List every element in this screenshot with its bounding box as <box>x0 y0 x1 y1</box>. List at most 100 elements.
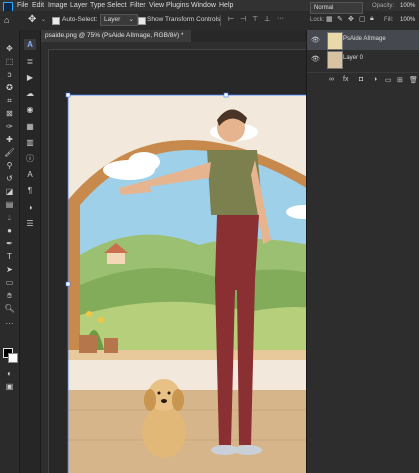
info-icon[interactable]: ⓘ <box>24 153 36 164</box>
history-brush-icon[interactable]: ↺ <box>3 173 16 184</box>
vertical-ruler[interactable] <box>41 49 49 473</box>
blend-mode-value: Normal <box>314 5 334 11</box>
lock-artboard-icon[interactable]: ▢ <box>359 15 366 23</box>
character-icon[interactable]: A <box>24 169 36 180</box>
swatches-icon[interactable]: ▦ <box>24 121 36 132</box>
menu-help[interactable]: Help <box>219 0 233 11</box>
fill-value[interactable]: 100% <box>400 17 415 23</box>
layers-footer: ∞ fx ◘ ◑ ▭ ⊞ 🗑︎ <box>307 72 419 87</box>
menu-image[interactable]: Image <box>48 0 67 11</box>
frame-tool-icon[interactable]: ⊠ <box>3 108 16 119</box>
menu-type[interactable]: Type <box>90 0 105 11</box>
quick-mask-icon[interactable]: ◐ <box>3 368 16 379</box>
color-panel-icon[interactable]: ◉ <box>24 104 36 115</box>
new-layer-icon[interactable]: ⊞ <box>397 76 403 84</box>
pen-tool-icon[interactable]: ✒ <box>3 238 16 249</box>
lock-label: Lock: <box>310 17 325 23</box>
fill-label: Fill: <box>384 17 394 23</box>
divider <box>220 15 221 26</box>
layer-row-layer-0[interactable]: 👁︎ Layer 0 <box>307 49 419 69</box>
menu-select[interactable]: Select <box>107 0 126 11</box>
horizontal-ruler[interactable] <box>41 42 306 50</box>
screen-mode-icon[interactable]: ▣ <box>3 381 16 392</box>
dodge-tool-icon[interactable]: ● <box>3 225 16 236</box>
home-icon[interactable]: ⌂ <box>4 15 9 25</box>
lock-pixels-icon[interactable]: ▦ <box>326 15 333 23</box>
path-select-icon[interactable]: ➤ <box>3 264 16 275</box>
lasso-tool-icon[interactable]: ↄ <box>3 69 16 80</box>
adjustment-layer-icon[interactable]: ◑ <box>373 76 377 83</box>
clone-stamp-icon[interactable]: ⚲ <box>3 160 16 171</box>
menu-view[interactable]: View <box>149 0 164 11</box>
eraser-tool-icon[interactable]: ◪ <box>3 186 16 197</box>
layers-panel: 👁︎ PsAide AIImage 👁︎ Layer 0 ∞ fx ◘ ◑ ▭ … <box>306 30 419 473</box>
layer-thumbnail <box>327 51 343 69</box>
menu-filter[interactable]: Filter <box>130 0 146 11</box>
trash-icon[interactable]: 🗑︎ <box>409 76 418 84</box>
menu-edit[interactable]: Edit <box>32 0 44 11</box>
align-left-icon[interactable]: ⊢ <box>228 15 234 23</box>
auto-select-label: Auto-Select: <box>62 16 98 23</box>
folder-icon[interactable]: ▭ <box>385 76 392 84</box>
chevron-down-icon: ⌄ <box>128 16 134 23</box>
more-options-icon[interactable]: ··· <box>277 15 284 22</box>
move-tool-icon[interactable]: ✥ <box>3 43 16 54</box>
paragraph-icon[interactable]: ¶ <box>24 185 36 196</box>
blur-tool-icon[interactable]: 💧︎ <box>3 212 16 223</box>
auto-select-dropdown[interactable]: Layer ⌄ <box>100 14 138 26</box>
toolbar: ✥ ⬚ ↄ ✪ ⌗ ⊠ ✑ ✚ 🖌︎ ⚲ ↺ ◪ ▤ 💧︎ ● ✒ T ➤ ▭ … <box>0 30 20 473</box>
play-action-icon[interactable]: ▶ <box>24 72 36 83</box>
auto-select-checkbox[interactable] <box>52 17 60 25</box>
ai-assistant-icon[interactable]: A <box>24 39 36 50</box>
libraries-icon[interactable]: ☁ <box>24 88 36 99</box>
zoom-tool-icon[interactable]: 🔍︎ <box>3 303 16 314</box>
show-transform-label: Show Transform Controls <box>147 16 221 23</box>
layer-name: Layer 0 <box>343 55 364 61</box>
lock-position-icon[interactable]: ✥ <box>348 15 354 23</box>
fx-icon[interactable]: fx <box>343 76 348 83</box>
align-center-icon[interactable]: ⊣ <box>240 15 246 23</box>
adjustments-icon[interactable]: ◑ <box>24 202 36 213</box>
move-tool-icon[interactable]: ✥ <box>28 14 36 25</box>
visibility-eye-icon[interactable]: 👁︎ <box>311 55 320 63</box>
visibility-eye-icon[interactable]: 👁︎ <box>311 36 320 44</box>
history-panel-icon[interactable]: ≣ <box>24 56 36 67</box>
menu-plugins[interactable]: Plugins <box>166 0 189 11</box>
lock-paint-icon[interactable]: ✎ <box>337 15 343 23</box>
show-transform-checkbox[interactable] <box>138 17 146 25</box>
crop-tool-icon[interactable]: ⌗ <box>3 95 16 106</box>
align-top-icon[interactable]: ⊥ <box>264 15 270 23</box>
layers-top-controls: Normal Opacity: 100% Lock: ▦ ✎ ✥ ▢ 🔒︎ Fi… <box>306 2 419 30</box>
more-tools-icon[interactable]: ··· <box>3 318 16 329</box>
eyedropper-tool-icon[interactable]: ✑ <box>3 121 16 132</box>
link-layers-icon[interactable]: ∞ <box>329 76 334 83</box>
canvas-area[interactable] <box>49 50 306 473</box>
canvas-image[interactable] <box>49 50 306 473</box>
type-tool-icon[interactable]: T <box>3 251 16 262</box>
healing-brush-icon[interactable]: ✚ <box>3 134 16 145</box>
chevron-down-icon[interactable]: ⌄ <box>41 16 46 23</box>
secondary-toolbar: A ≣ ▶ ☁ ◉ ▦ ▥ ⓘ A ¶ ◑ ☰ <box>20 30 41 473</box>
shape-tool-icon[interactable]: ▭ <box>3 277 16 288</box>
gradients-icon[interactable]: ▥ <box>24 137 36 148</box>
hand-tool-icon[interactable]: ✋︎ <box>3 290 16 301</box>
brush-tool-icon[interactable]: 🖌︎ <box>3 147 16 158</box>
marquee-tool-icon[interactable]: ⬚ <box>3 56 16 67</box>
opacity-label: Opacity: <box>372 3 395 9</box>
layer-name: PsAide AIImage <box>343 36 386 42</box>
align-right-icon[interactable]: ⊤ <box>252 15 258 23</box>
layer-row-psaide-aiimage[interactable]: 👁︎ PsAide AIImage <box>307 30 419 50</box>
gradient-tool-icon[interactable]: ▤ <box>3 199 16 210</box>
blend-mode-dropdown[interactable]: Normal <box>310 2 363 14</box>
menu-layer[interactable]: Layer <box>70 0 88 11</box>
lock-all-icon[interactable]: 🔒︎ <box>370 15 374 23</box>
document-tab[interactable]: psaide.png @ 75% (PsAide AIImage, RGB/8#… <box>41 30 191 51</box>
quick-select-tool-icon[interactable]: ✪ <box>3 82 16 93</box>
properties-icon[interactable]: ☰ <box>24 218 36 229</box>
background-color-swatch[interactable] <box>8 353 18 363</box>
mask-icon[interactable]: ◘ <box>359 76 363 83</box>
menu-window[interactable]: Window <box>191 0 216 11</box>
opacity-value[interactable]: 100% <box>400 3 415 9</box>
layer-thumbnail <box>327 32 343 50</box>
menu-file[interactable]: File <box>17 0 28 11</box>
